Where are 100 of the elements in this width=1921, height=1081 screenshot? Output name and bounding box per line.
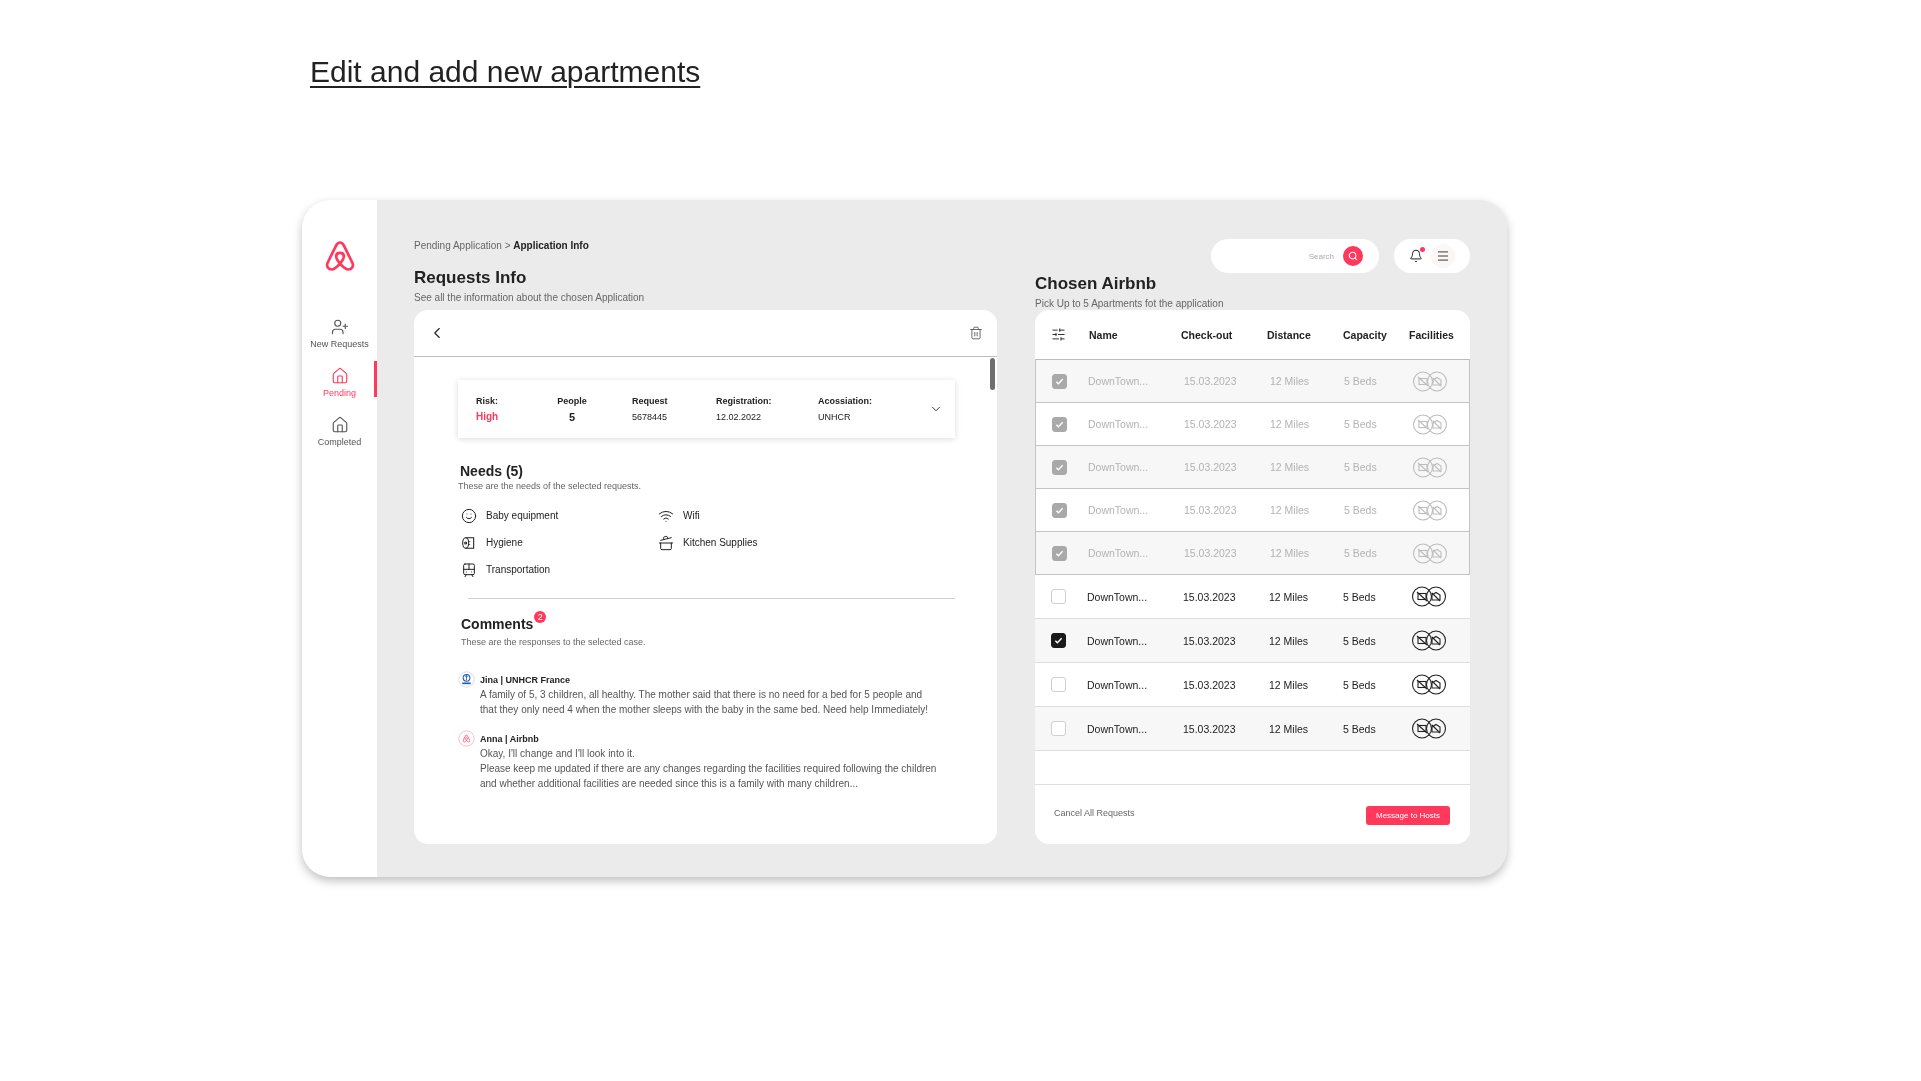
summary-value: 12.02.2022 xyxy=(716,410,763,424)
sidebar-item[interactable]: New Requests xyxy=(306,316,373,360)
facilities-icon xyxy=(1412,499,1448,521)
summary-label: Risk: xyxy=(476,394,499,408)
column-header: Name xyxy=(1088,327,1118,342)
cancel-link[interactable]: Cancel All Requests xyxy=(1054,806,1135,819)
summary-label: Acossiation: xyxy=(818,394,873,408)
table-cell-text: 15.03.2023 xyxy=(1183,374,1237,388)
table-cell-text: 12 Miles xyxy=(1268,721,1309,736)
check-icon xyxy=(1053,636,1063,645)
check-icon xyxy=(1054,462,1064,472)
needs-subtitle: These are the needs of the selected requests. xyxy=(458,480,643,493)
table-cell-text: 15.03.2023 xyxy=(1182,721,1236,736)
scrollbar-thumb[interactable] xyxy=(990,358,995,390)
summary-value: UNHCR xyxy=(818,410,852,424)
search-icon xyxy=(1348,251,1358,261)
table-cell-text: DownTown... xyxy=(1087,417,1149,431)
check-icon xyxy=(1054,419,1064,429)
table-cell-text: 15.03.2023 xyxy=(1183,460,1237,474)
house-icon xyxy=(330,416,349,434)
comment-author: Jina | UNHCR France xyxy=(480,674,572,687)
table-cell-text: 15.03.2023 xyxy=(1182,677,1236,692)
facilities-icon xyxy=(1412,413,1448,435)
table-cell-text: DownTown... xyxy=(1086,721,1148,736)
table-cell-text: 12 Miles xyxy=(1269,374,1310,388)
toilet-roll-icon xyxy=(461,535,477,551)
baby-face-icon xyxy=(461,508,477,524)
need-label: Hygiene xyxy=(486,536,523,550)
need-label: Baby equipment xyxy=(486,509,559,523)
comment-text: A family of 5, 3 children, all healthy. The mother said that there is no need for a bed for 5 people and that they only need 4 when the mother sleeps with the baby in the same bed. Need help Immediately! xyxy=(480,688,930,717)
active-indicator xyxy=(374,361,377,397)
table-cell-text: 12 Miles xyxy=(1268,677,1309,692)
section-subtitle: See all the information about the chosen Application xyxy=(414,291,646,305)
notifications-button[interactable] xyxy=(1409,249,1423,263)
column-header: Distance xyxy=(1266,327,1311,342)
sliders-icon xyxy=(1050,327,1066,342)
facilities-icon xyxy=(1412,370,1448,392)
table-cell-text: DownTown... xyxy=(1087,503,1149,517)
search-field[interactable]: Search xyxy=(1211,239,1379,273)
need-label: Kitchen Supplies xyxy=(683,536,758,550)
facilities-icon xyxy=(1411,630,1447,651)
comments-subtitle: These are the responses to the selected case. xyxy=(461,636,647,649)
table-cell-text: DownTown... xyxy=(1087,546,1149,560)
facilities-icon xyxy=(1411,718,1447,739)
bell-icon xyxy=(1409,249,1423,263)
checkbox[interactable] xyxy=(1050,633,1066,648)
summary-value: High xyxy=(476,409,500,424)
cooking-pot-icon xyxy=(658,535,674,551)
facilities-icon xyxy=(1412,456,1448,478)
count-badge: 2 xyxy=(534,611,547,623)
comment-author: Anna | Airbnb xyxy=(480,733,540,746)
table-cell-text: 5 Beds xyxy=(1342,633,1376,648)
column-header: Facilities xyxy=(1408,327,1454,342)
table-cell-text: 5 Beds xyxy=(1342,589,1376,604)
menu-button[interactable] xyxy=(1431,244,1455,268)
section-title: Requests Info xyxy=(414,267,528,289)
section-title: Chosen Airbnb xyxy=(1035,273,1158,295)
menu-icon xyxy=(1436,249,1450,263)
section-subtitle: Pick Up to 5 Apartments fot the application xyxy=(1035,297,1225,311)
table-cell-text: 12 Miles xyxy=(1268,589,1309,604)
table-cell-text: 15.03.2023 xyxy=(1183,546,1237,560)
table-row[interactable]: DownTown... 15.03.2023 12 Miles 5 Beds xyxy=(1035,707,1470,751)
column-header: Check-out xyxy=(1180,327,1233,342)
house-icon xyxy=(330,367,349,385)
table-cell-text: 15.03.2023 xyxy=(1183,503,1237,517)
facilities-icon xyxy=(1411,586,1447,607)
sidebar-item[interactable]: Pending xyxy=(306,365,373,409)
table-cell-text: 5 Beds xyxy=(1343,374,1377,388)
table-cell-text: 5 Beds xyxy=(1343,503,1377,517)
summary-label: Request xyxy=(632,394,669,408)
check-icon xyxy=(1054,548,1064,558)
user-plus-icon xyxy=(330,318,349,336)
summary-label: Registration: xyxy=(716,394,773,408)
avatar-icon xyxy=(458,671,475,688)
wifi-icon xyxy=(658,508,674,524)
filter-button[interactable] xyxy=(1050,327,1066,342)
table-cell-text: 15.03.2023 xyxy=(1182,633,1236,648)
column-header: Capacity xyxy=(1342,327,1387,342)
summary-value: 5678445 xyxy=(632,410,669,424)
avatar-icon xyxy=(458,730,475,747)
message-hosts-button[interactable]: Message to Hosts xyxy=(1365,806,1450,825)
check-icon xyxy=(1054,376,1064,386)
table-row[interactable]: DownTown... 15.03.2023 12 Miles 5 Beds xyxy=(1035,619,1470,663)
comment-text: Okay, I'll change and I'll look into it. xyxy=(480,747,636,761)
delete-button[interactable] xyxy=(969,326,983,340)
breadcrumb: Pending Application > Application Info xyxy=(414,239,590,253)
need-label: Transportation xyxy=(486,563,551,577)
table-cell-text: 12 Miles xyxy=(1268,633,1309,648)
table-cell-text: 5 Beds xyxy=(1343,460,1377,474)
table-cell-text: 15.03.2023 xyxy=(1183,417,1237,431)
table-cell-text: 5 Beds xyxy=(1343,546,1377,560)
sidebar-item[interactable]: Completed xyxy=(306,414,373,458)
table-cell-text: 15.03.2023 xyxy=(1182,589,1236,604)
table-cell-text: 5 Beds xyxy=(1342,721,1376,736)
facilities-icon xyxy=(1412,542,1448,564)
need-label: Wifi xyxy=(683,509,700,523)
summary-label: People xyxy=(557,394,587,408)
trash-icon xyxy=(969,326,983,340)
table-cell-text: DownTown... xyxy=(1087,460,1149,474)
comments-title: Comments xyxy=(461,615,534,633)
